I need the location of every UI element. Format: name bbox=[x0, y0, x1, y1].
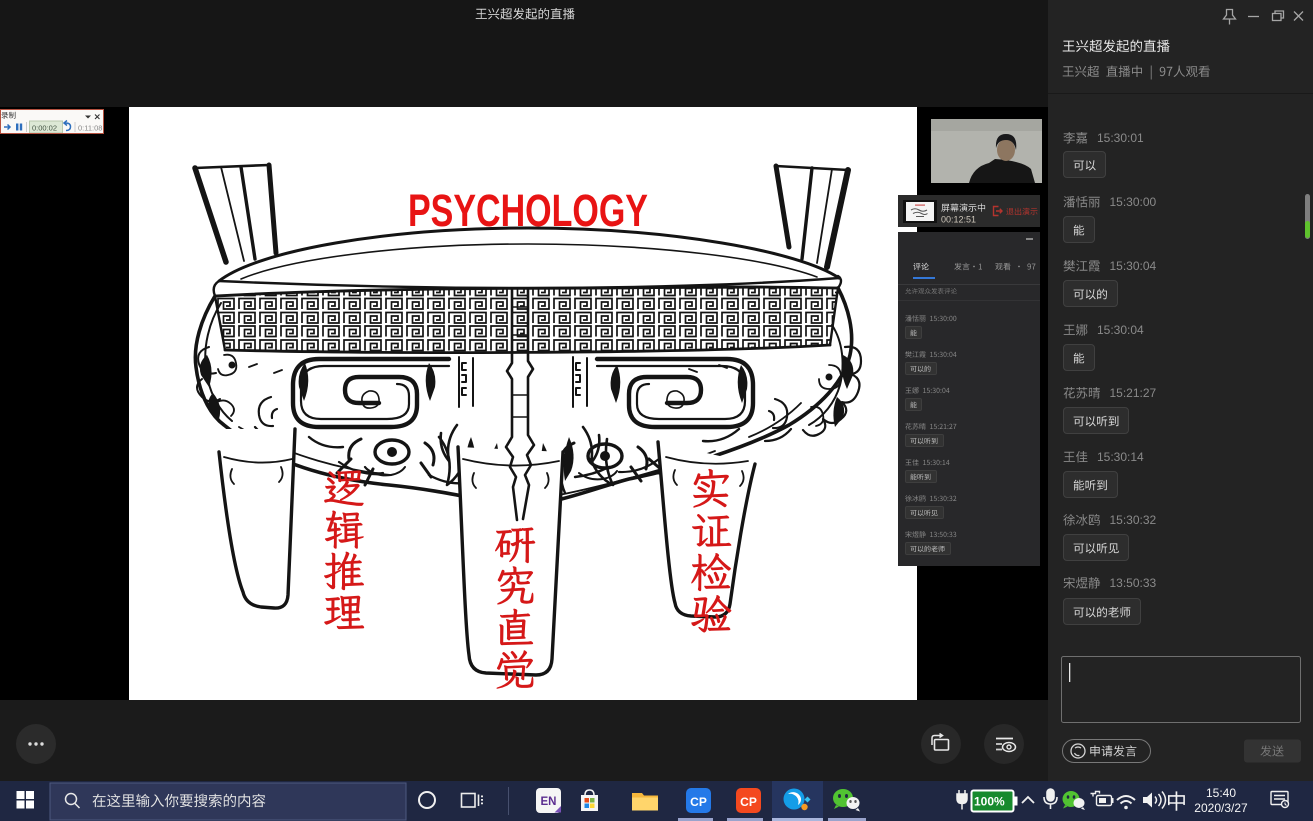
svg-text:PSYCHOLOGY: PSYCHOLOGY bbox=[408, 185, 648, 236]
